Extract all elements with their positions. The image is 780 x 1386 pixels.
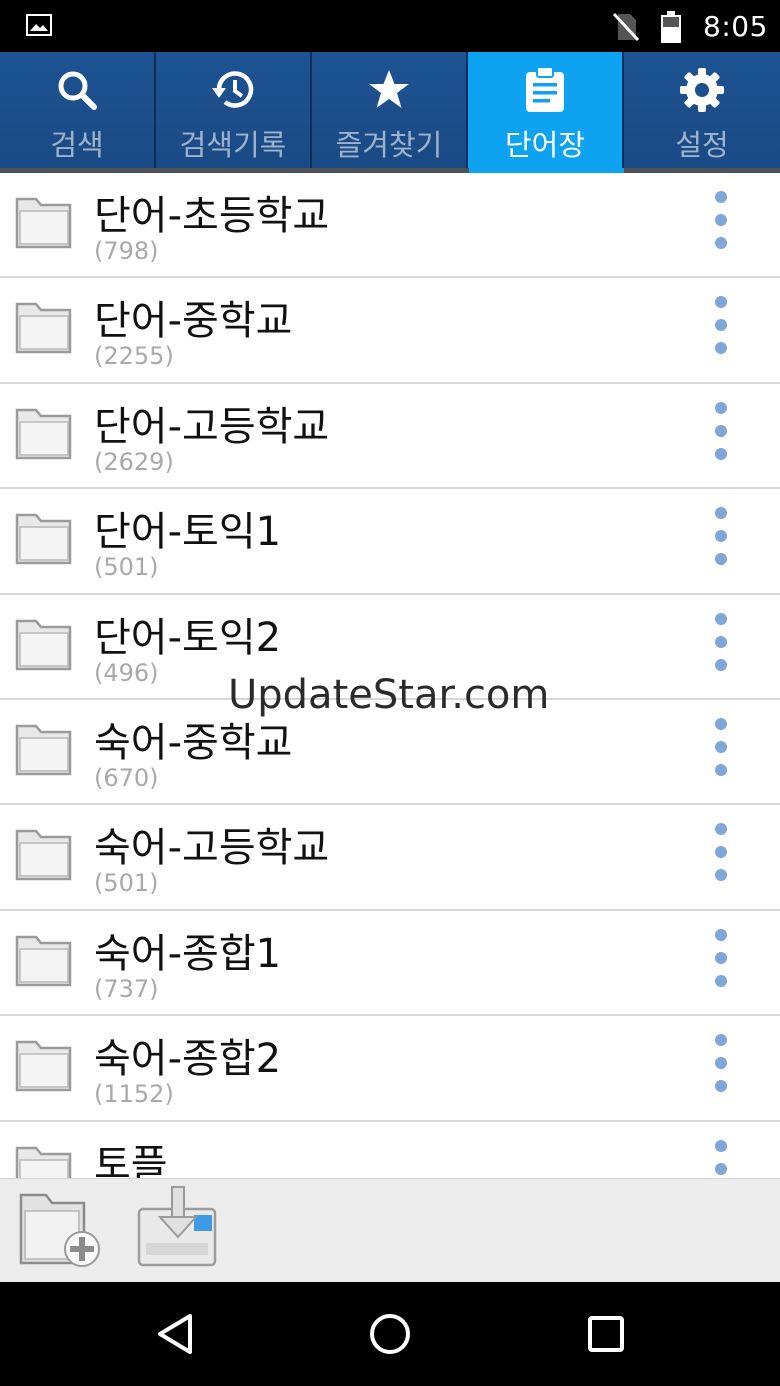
list-item[interactable]: 단어-초등학교 (798) <box>0 173 780 279</box>
folder-icon <box>15 830 72 881</box>
tab-label: 검색 <box>50 128 104 162</box>
bottom-toolbar <box>0 1178 780 1282</box>
folder-name: 단어-초등학교 <box>94 193 330 239</box>
gear-icon <box>678 66 726 114</box>
tab-bar: 검색 검색기록 즐겨찾기 단어장 설정 <box>0 52 780 173</box>
folder-count: (737) <box>94 974 159 1003</box>
folder-icon <box>15 935 72 986</box>
folder-icon <box>15 197 72 249</box>
list-item[interactable]: 숙어-종합2 (1152) <box>0 1016 780 1122</box>
more-options-icon[interactable] <box>708 296 734 362</box>
clock: 8:05 <box>703 10 768 43</box>
folder-count: (496) <box>94 658 159 687</box>
folder-icon <box>15 619 72 670</box>
tab-label: 즐겨찾기 <box>335 128 443 162</box>
more-options-icon[interactable] <box>708 507 734 573</box>
tab-search[interactable]: 검색 <box>0 52 156 168</box>
folder-name: 단어-토익1 <box>94 509 282 556</box>
back-icon[interactable] <box>152 1310 200 1358</box>
folder-count: (670) <box>94 763 159 792</box>
more-options-icon[interactable] <box>708 717 734 784</box>
tab-label: 검색기록 <box>179 128 287 162</box>
gallery-icon <box>26 14 52 36</box>
list-item[interactable]: 숙어-중학교 (670) <box>0 700 780 806</box>
list-item[interactable]: 단어-토익2 (496) <box>0 595 780 700</box>
clipboard-icon <box>521 66 569 114</box>
folder-name: 단어-토익2 <box>94 614 282 661</box>
list-item[interactable]: 단어-중학교 (2255) <box>0 278 780 384</box>
folder-name: 숙어-중학교 <box>94 719 293 766</box>
tab-settings[interactable]: 설정 <box>624 52 780 168</box>
folder-count: (2255) <box>94 342 174 371</box>
more-options-icon[interactable] <box>708 928 734 995</box>
tab-wordbook[interactable]: 단어장 <box>468 52 624 173</box>
folder-name: 숙어-고등학교 <box>94 825 330 872</box>
folder-name: 단어-중학교 <box>94 298 293 345</box>
folder-count: (2629) <box>94 447 174 476</box>
search-icon <box>53 66 101 114</box>
list-item[interactable]: 단어-고등학교 (2629) <box>0 384 780 490</box>
folder-icon <box>15 408 72 460</box>
more-options-icon[interactable] <box>708 1034 734 1100</box>
list-item[interactable]: 숙어-종합1 (737) <box>0 911 780 1017</box>
folder-name: 숙어-종합2 <box>94 1036 282 1083</box>
tab-history[interactable]: 검색기록 <box>156 52 312 168</box>
status-bar: 8:05 <box>0 0 780 52</box>
folder-icon <box>15 513 72 565</box>
tab-label: 설정 <box>675 128 729 162</box>
battery-icon <box>661 11 681 43</box>
more-options-icon[interactable] <box>708 191 734 257</box>
folder-count: (798) <box>94 237 159 265</box>
more-options-icon[interactable] <box>708 823 734 889</box>
nav-bar <box>0 1282 780 1386</box>
folder-count: (501) <box>94 869 159 898</box>
history-icon <box>209 66 257 114</box>
list-item[interactable]: 숙어-고등학교 (501) <box>0 805 780 911</box>
more-options-icon[interactable] <box>708 401 734 468</box>
add-folder-icon[interactable] <box>18 1185 102 1273</box>
recents-icon[interactable] <box>582 1310 630 1358</box>
list-item[interactable]: 토플 <box>0 1122 780 1178</box>
folder-count: (501) <box>94 553 159 582</box>
folder-icon <box>15 1146 72 1178</box>
import-icon[interactable] <box>136 1185 220 1273</box>
folder-list[interactable]: 단어-초등학교 (798) 단어-중학교 (2255) 단어-고등학교 (262… <box>0 173 780 1178</box>
folder-count: (1152) <box>94 1080 174 1109</box>
folder-icon <box>15 1040 72 1092</box>
no-sim-icon <box>612 12 640 42</box>
list-item[interactable]: 단어-토익1 (501) <box>0 489 780 595</box>
folder-name: 토플 <box>94 1141 168 1178</box>
tab-favorites[interactable]: 즐겨찾기 <box>312 52 468 168</box>
folder-icon <box>15 303 72 354</box>
folder-name: 단어-고등학교 <box>94 403 330 450</box>
home-icon[interactable] <box>366 1310 414 1358</box>
more-options-icon[interactable] <box>708 1139 734 1178</box>
folder-name: 숙어-종합1 <box>94 930 282 977</box>
folder-icon <box>15 724 72 776</box>
tab-label: 단어장 <box>504 128 586 162</box>
star-icon <box>365 66 413 114</box>
more-options-icon[interactable] <box>708 612 734 679</box>
